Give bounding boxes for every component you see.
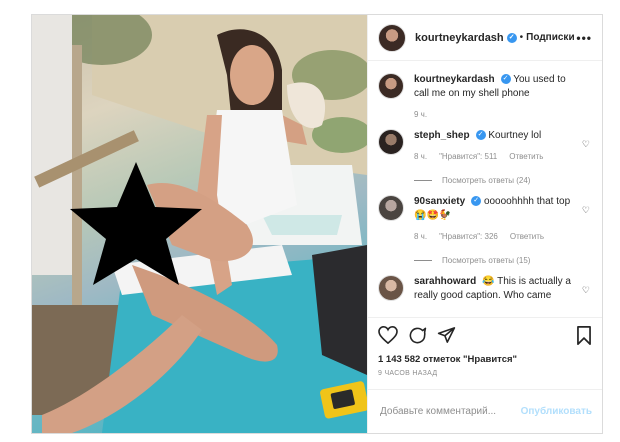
avatar[interactable]	[378, 195, 404, 221]
avatar[interactable]	[378, 275, 404, 301]
caption: kourtneykardash ✓ You used to call me on …	[378, 73, 590, 119]
like-comment-heart-icon[interactable]: ♡	[582, 285, 590, 296]
avatar[interactable]	[378, 23, 406, 52]
like-heart-icon[interactable]	[378, 326, 398, 344]
add-comment-bar: Опубликовать	[368, 389, 602, 433]
comment-time[interactable]: 8 ч.	[414, 152, 427, 161]
reply-button[interactable]: Ответить	[509, 152, 543, 161]
comment-username[interactable]: sarahhoward	[414, 276, 476, 287]
verified-badge-icon: ✓	[506, 32, 517, 43]
separator-dot: •	[519, 32, 524, 43]
comment-time[interactable]: 8 ч.	[414, 232, 427, 241]
replies-divider	[414, 260, 432, 261]
view-replies-label: Посмотреть ответы (15)	[442, 256, 531, 265]
verified-badge-icon: ✓	[475, 130, 486, 141]
caption-time[interactable]: 9 ч.	[414, 110, 427, 119]
comment-bubble-icon[interactable]	[408, 326, 427, 345]
comment-likes[interactable]: "Нравится": 511	[439, 152, 497, 161]
view-replies-button[interactable]: Посмотреть ответы (15)	[414, 256, 574, 265]
view-replies-label: Посмотреть ответы (24)	[442, 176, 531, 185]
more-options-icon[interactable]: •••	[576, 31, 592, 45]
comment-item: steph_shep ✓ Kourtney lol 8 ч. "Нравится"…	[378, 129, 590, 185]
post-photo[interactable]	[32, 15, 367, 433]
comment-username[interactable]: steph_shep	[414, 130, 470, 141]
follow-button[interactable]: Подписки	[526, 32, 574, 43]
comment-item: sarahhoward 😂 This is actually a really …	[378, 275, 590, 303]
like-comment-heart-icon[interactable]: ♡	[582, 139, 590, 150]
bookmark-save-icon[interactable]	[576, 325, 592, 345]
reply-button[interactable]: Ответить	[510, 232, 544, 241]
view-replies-button[interactable]: Посмотреть ответы (24)	[414, 176, 574, 185]
avatar[interactable]	[378, 73, 404, 99]
publish-button[interactable]: Опубликовать	[521, 406, 592, 417]
comment-likes[interactable]: "Нравится": 326	[439, 232, 498, 241]
like-comment-heart-icon[interactable]: ♡	[582, 205, 590, 216]
avatar[interactable]	[378, 129, 404, 155]
photo-illustration	[32, 15, 367, 433]
post-actions: 1 143 582 отметок "Нравится" 9 ЧАСОВ НАЗ…	[368, 317, 602, 389]
verified-badge-icon: ✓	[500, 74, 511, 85]
comments-list[interactable]: kourtneykardash ✓ You used to call me on …	[368, 61, 602, 317]
comment-username[interactable]: 90sanxiety	[414, 196, 465, 207]
comment-input[interactable]	[378, 405, 521, 418]
post-header: kourtneykardash ✓ • Подписки •••	[368, 15, 602, 61]
post-timestamp[interactable]: 9 ЧАСОВ НАЗАД	[378, 370, 592, 377]
instagram-post: kourtneykardash ✓ • Подписки ••• kourtney…	[31, 14, 603, 434]
post-side-panel: kourtneykardash ✓ • Подписки ••• kourtney…	[367, 15, 602, 433]
share-send-icon[interactable]	[437, 326, 456, 344]
likes-count[interactable]: 1 143 582 отметок "Нравится"	[378, 354, 592, 365]
comment-item: 90sanxiety ✓ ooooohhhh that top 😭🤩🐓 8 ч. …	[378, 195, 590, 265]
caption-username[interactable]: kourtneykardash	[414, 74, 495, 85]
replies-divider	[414, 180, 432, 181]
comment-text: Kourtney lol	[488, 130, 542, 141]
verified-badge-icon: ✓	[471, 196, 482, 207]
header-username[interactable]: kourtneykardash ✓	[415, 32, 517, 44]
